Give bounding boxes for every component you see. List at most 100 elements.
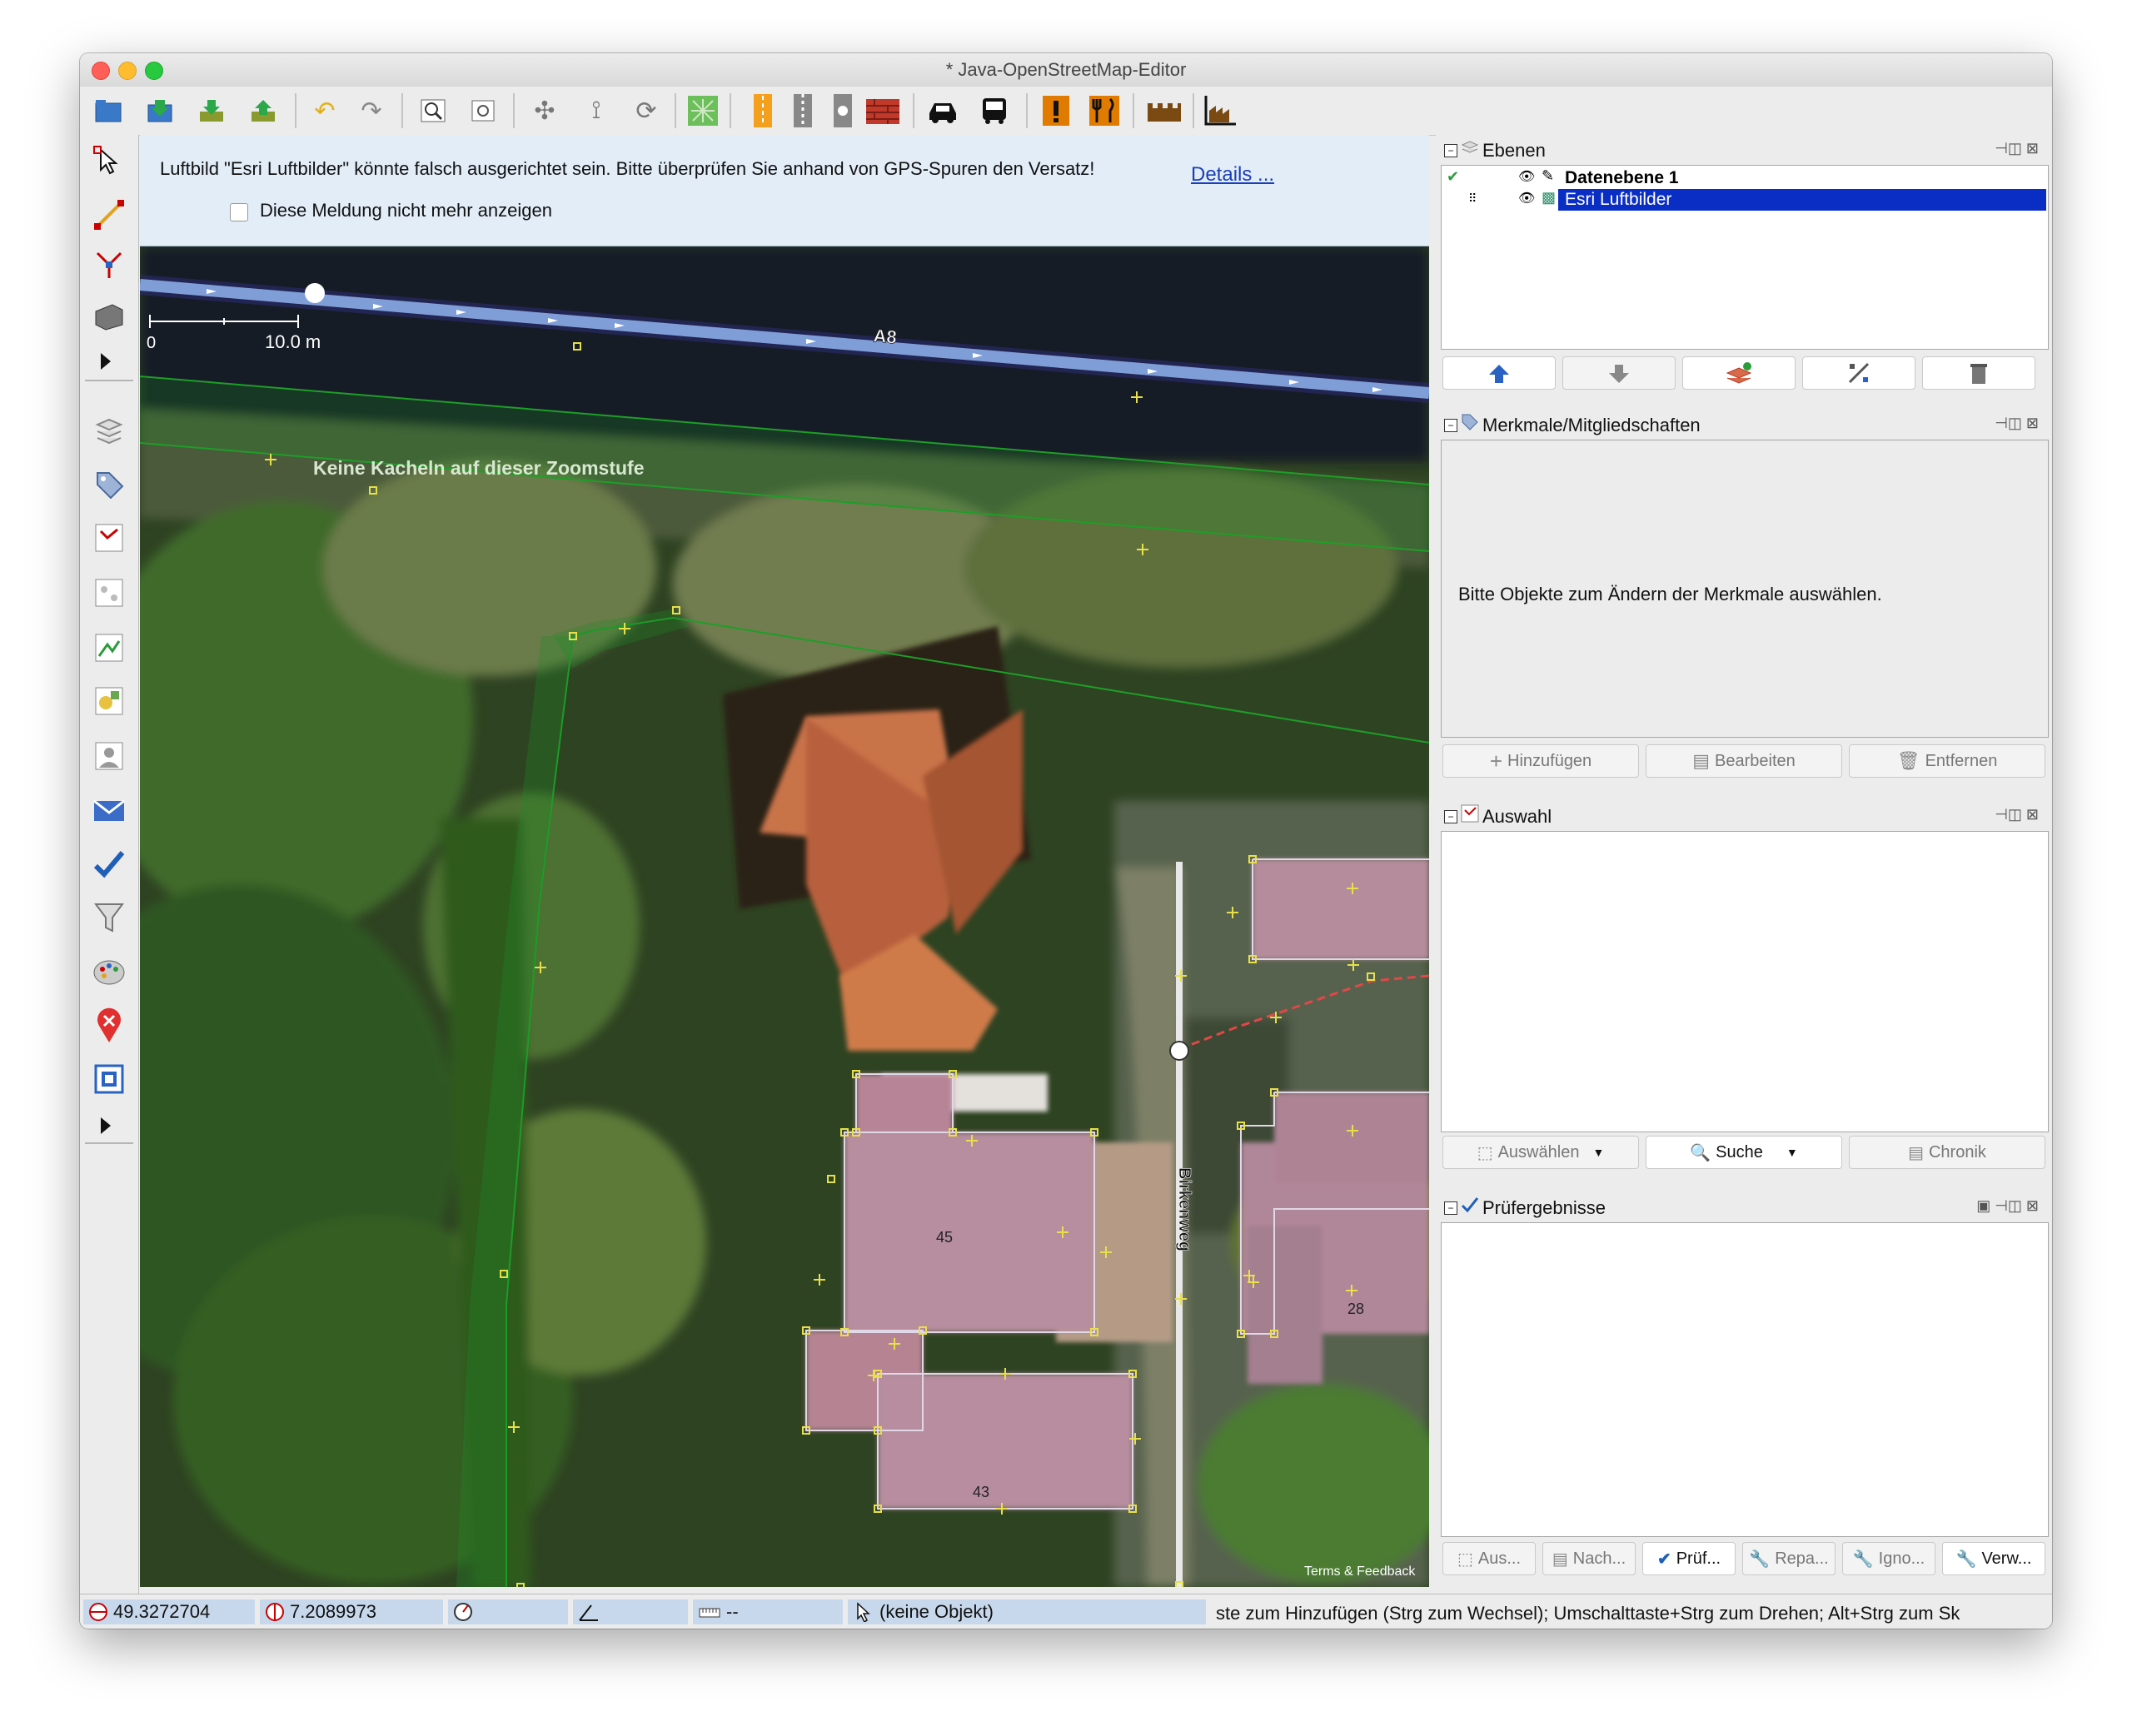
filter-icon[interactable] <box>88 896 130 939</box>
expand-dialogs-arrow-icon[interactable] <box>101 1117 111 1134</box>
layers-icon <box>1461 138 1479 162</box>
restaurant-icon[interactable] <box>1084 92 1124 130</box>
layer-row-selected[interactable]: ⠿ 👁 ▩ Esri Luftbilder <box>1442 189 2046 211</box>
castle-icon[interactable] <box>1144 92 1184 130</box>
map-view[interactable]: 0 10.0 m A8 Keine Kacheln auf dieser Zoo… <box>140 135 1429 1587</box>
save-icon[interactable] <box>140 92 180 130</box>
main-toolbar: ↶ ↷ ✣ ⟟ ⟳ <box>80 87 2052 136</box>
collapse-icon[interactable]: − <box>1444 810 1457 823</box>
refresh-icon[interactable]: ⟳ <box>626 92 666 130</box>
open-icon[interactable] <box>88 92 128 130</box>
validator-icon[interactable] <box>88 843 130 886</box>
validation-panel-header[interactable]: − Prüfergebnisse ▣ ⊣◫ ⊠ <box>1436 1194 2052 1222</box>
ignore-button[interactable]: 🔧 Igno... <box>1842 1542 1935 1575</box>
user-list-icon[interactable] <box>88 734 130 778</box>
rail-preset-icon[interactable] <box>783 92 823 130</box>
layer-name: Esri Luftbilder <box>1565 190 1672 209</box>
heading-field <box>448 1599 568 1624</box>
search-button[interactable]: 🔍 Suche ▼ <box>1646 1136 1842 1169</box>
collapse-icon[interactable]: − <box>1444 144 1457 157</box>
layers-panel-header[interactable]: − Ebenen ⊣◫ ⊠ <box>1436 137 2052 165</box>
longitude-field: 7.2089973 <box>260 1599 443 1624</box>
edit-tag-button[interactable]: ▤ Bearbeiten <box>1646 744 1842 778</box>
map-paint-styles-icon[interactable] <box>88 951 130 994</box>
panel-controls-icon[interactable]: ⊣◫ ⊠ <box>1995 806 2039 823</box>
history-button[interactable]: ▤ Chronik <box>1849 1136 2045 1169</box>
history-icon: ▤ <box>1908 1143 1924 1162</box>
move-up-button[interactable] <box>1442 356 1556 390</box>
remove-tag-button[interactable]: 🗑 Entfernen <box>1849 744 2045 778</box>
draw-tool-icon[interactable] <box>88 193 130 236</box>
selection-panel-title: Auswahl <box>1482 806 1552 827</box>
imagery-offset-icon[interactable] <box>88 679 130 723</box>
wall-icon[interactable] <box>863 92 903 130</box>
changeset-manager-icon[interactable] <box>88 1057 130 1101</box>
dont-show-again-checkbox[interactable] <box>230 203 248 221</box>
manage-ignored-button[interactable]: 🔧 Verw... <box>1942 1542 2045 1575</box>
factory-icon[interactable] <box>1201 92 1241 130</box>
ruler-icon <box>699 1608 720 1618</box>
split-icon[interactable]: ⟟ <box>576 92 616 130</box>
wireframe-icon[interactable] <box>683 92 723 130</box>
notification-details-link[interactable]: Details ... <box>1191 163 1274 187</box>
undo-icon[interactable]: ↶ <box>305 92 345 130</box>
redo-icon[interactable]: ↷ <box>351 92 391 130</box>
download-icon[interactable] <box>192 92 232 130</box>
status-bar: 49.3272704 7.2089973 -- (keine Objekt) s… <box>80 1594 2052 1629</box>
search-icon: 🔍 <box>1690 1143 1711 1162</box>
chevron-down-icon[interactable]: ▼ <box>1786 1146 1798 1159</box>
validation-select-button[interactable]: ⬚ Aus... <box>1442 1542 1536 1575</box>
delete-layer-button[interactable] <box>1922 356 2035 390</box>
add-tag-button[interactable]: + Hinzufügen <box>1442 744 1639 778</box>
distance-value: -- <box>726 1601 739 1622</box>
improve-way-icon[interactable] <box>88 243 130 286</box>
collapse-icon[interactable]: − <box>1444 1201 1457 1215</box>
tags-toggle-icon[interactable] <box>88 463 130 506</box>
visibility-eye-icon[interactable]: 👁 <box>1518 168 1535 185</box>
panel-controls-icon[interactable]: ⊣◫ ⊠ <box>1995 415 2039 432</box>
validation-zoom-label: Nach... <box>1572 1549 1626 1568</box>
layer-properties-button[interactable] <box>1802 356 1915 390</box>
preferences-icon[interactable] <box>463 92 503 130</box>
road-preset-icon[interactable] <box>743 92 783 130</box>
imagery-layer-icon: ▩ <box>1542 189 1557 206</box>
upload-icon[interactable] <box>243 92 283 130</box>
tags-table: Bitte Objekte zum Ändern der Merkmale au… <box>1441 440 2049 738</box>
panel-controls-icon[interactable]: ▣ ⊣◫ ⊠ <box>1976 1197 2039 1215</box>
layer-row[interactable]: ✔ 👁 ✎ Datenebene 1 <box>1442 167 2046 189</box>
chevron-down-icon[interactable]: ▼ <box>1592 1146 1604 1159</box>
cursor-icon <box>857 1602 870 1622</box>
expand-tools-arrow-icon[interactable] <box>101 353 111 370</box>
simplify-icon[interactable]: ✣ <box>525 92 565 130</box>
tags-panel-header[interactable]: − Merkmale/Mitgliedschaften ⊣◫ ⊠ <box>1436 411 2052 440</box>
move-down-button[interactable] <box>1562 356 1676 390</box>
validation-zoom-button[interactable]: ▤ Nach... <box>1542 1542 1636 1575</box>
car-icon[interactable] <box>923 92 963 130</box>
selection-list-icon[interactable] <box>88 516 130 560</box>
select-button[interactable]: ⬚ Auswählen ▼ <box>1442 1136 1639 1169</box>
panel-controls-icon[interactable]: ⊣◫ ⊠ <box>1995 140 2039 157</box>
zoom-icon[interactable] <box>413 92 453 130</box>
select-cursor-icon: ⬚ <box>1477 1143 1493 1162</box>
selection-panel-header[interactable]: − Auswahl ⊣◫ ⊠ <box>1436 803 2052 831</box>
selection-status-value: (keine Objekt) <box>879 1601 994 1622</box>
commands-list-icon[interactable] <box>88 626 130 669</box>
warning-icon[interactable] <box>1036 92 1076 130</box>
attribution-link[interactable]: Terms & Feedback <box>1304 1564 1416 1579</box>
layers-toggle-icon[interactable] <box>88 408 130 451</box>
layer-list: ✔ 👁 ✎ Datenebene 1 ⠿ 👁 ▩ Esri Luftbilder <box>1441 165 2049 350</box>
building-tool-icon[interactable] <box>88 293 130 336</box>
validate-button[interactable]: ✔ Prüf... <box>1642 1542 1736 1575</box>
select-tool-icon[interactable] <box>88 140 130 183</box>
notes-icon[interactable] <box>88 1004 130 1047</box>
traffic-light-icon[interactable] <box>823 92 863 130</box>
latitude-value: 49.3272704 <box>113 1601 211 1622</box>
bus-icon[interactable] <box>974 92 1014 130</box>
help-text: ste zum Hinzufügen (Strg zum Wechsel); U… <box>1216 1603 1960 1624</box>
messages-icon[interactable] <box>88 789 130 833</box>
visibility-eye-icon[interactable]: 👁 <box>1518 190 1535 206</box>
fix-button[interactable]: 🔧 Repa... <box>1742 1542 1836 1575</box>
collapse-icon[interactable]: − <box>1444 419 1457 432</box>
merge-layer-button[interactable] <box>1682 356 1796 390</box>
relation-list-icon[interactable] <box>88 571 130 614</box>
